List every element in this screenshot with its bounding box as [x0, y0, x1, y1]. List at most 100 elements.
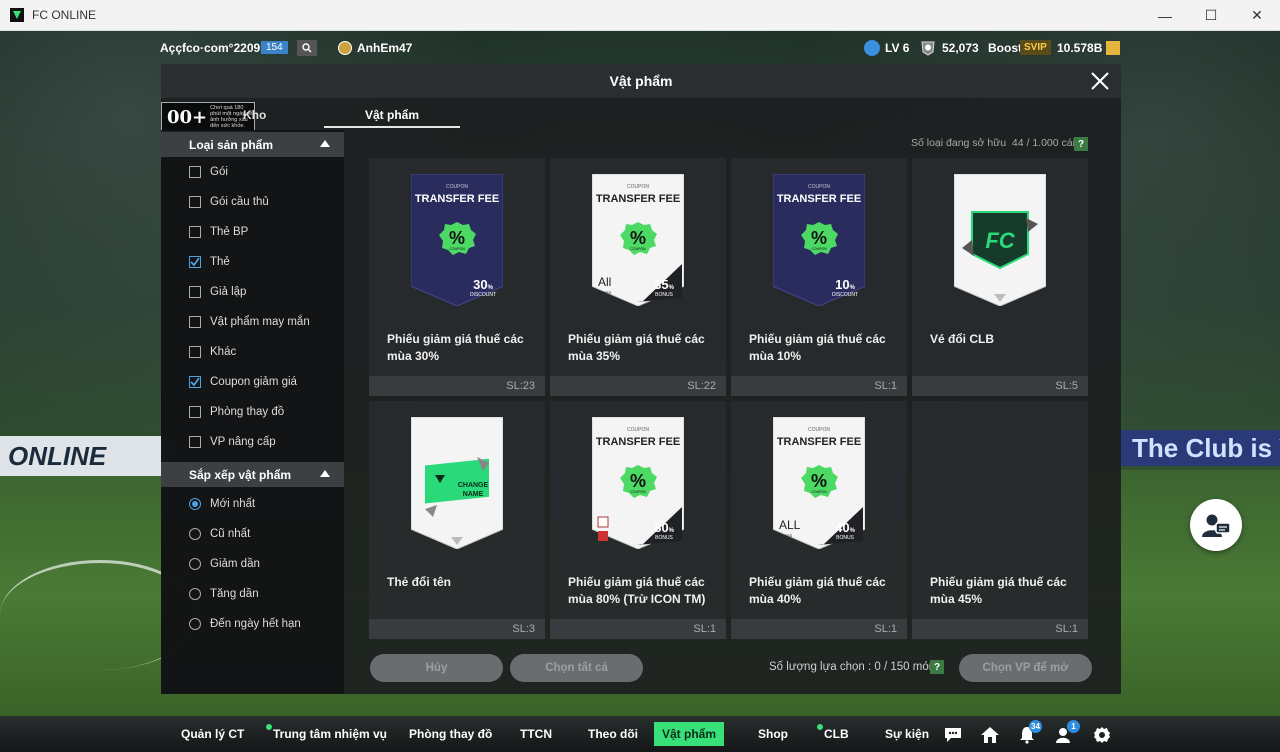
- user-avatar[interactable]: [338, 41, 352, 55]
- close-window-button[interactable]: ✕: [1234, 0, 1280, 31]
- notification-dot: [266, 724, 272, 730]
- filter-checkbox-item[interactable]: Giả lập: [189, 284, 246, 300]
- nav-item[interactable]: Sự kiện: [877, 722, 937, 746]
- ad-banner-right: The Club is Y: [1120, 430, 1280, 466]
- product-type-header[interactable]: Loại sản phẩm: [161, 132, 344, 157]
- radio-icon[interactable]: [189, 618, 201, 630]
- radio-icon[interactable]: [189, 558, 201, 570]
- nav-item[interactable]: Trung tâm nhiệm vụ: [265, 722, 395, 746]
- item-card[interactable]: COUPON TRANSFER FEE % COUPON 10% DISCOUN…: [731, 158, 907, 396]
- owned-count: Số loại đang sở hữu 44 / 1.000 cái: [911, 137, 1075, 149]
- filter-label: Gói: [210, 166, 228, 178]
- svg-text:COUPON: COUPON: [808, 427, 830, 433]
- sort-label: Mới nhất: [210, 498, 256, 510]
- svg-text:All: All: [598, 275, 611, 289]
- nav-item[interactable]: Phòng thay đồ: [401, 722, 500, 746]
- item-quantity: SL:5: [912, 376, 1088, 396]
- item-card[interactable]: CHANGE NAME Thẻ đổi tên SL:3: [369, 401, 545, 639]
- item-grid: COUPON TRANSFER FEE % COUPON 30% DISCOUN…: [369, 158, 1091, 642]
- item-card[interactable]: Phiếu giảm giá thuế các mùa 45% SL:1: [912, 401, 1088, 639]
- friends-icon[interactable]: 1: [1054, 720, 1080, 746]
- tab-items[interactable]: Vật phẩm: [324, 104, 460, 128]
- owned-value: 44 / 1.000 cái: [1011, 137, 1075, 149]
- checkbox-icon[interactable]: [189, 346, 201, 358]
- checkbox-icon[interactable]: [189, 286, 201, 298]
- item-card[interactable]: FC Vé đổi CLB SL:5: [912, 158, 1088, 396]
- checkbox-icon[interactable]: [189, 226, 201, 238]
- maximize-button[interactable]: ☐: [1188, 0, 1234, 31]
- nav-item-label: Theo dõi: [588, 727, 638, 741]
- nav-item[interactable]: CLB: [816, 722, 857, 746]
- filter-label: Gói cầu thủ: [210, 196, 269, 208]
- svg-text:COUPON: COUPON: [808, 184, 830, 190]
- checkbox-icon[interactable]: [189, 406, 201, 418]
- bell-icon[interactable]: 34: [1016, 720, 1042, 746]
- nav-item[interactable]: Vật phẩm: [654, 722, 725, 746]
- item-image: COUPON TRANSFER FEE % COUPON ALL CLASS 4…: [731, 401, 907, 566]
- filter-checkbox-item[interactable]: Thẻ: [189, 254, 230, 270]
- filter-checkbox-item[interactable]: Vật phẩm may mắn: [189, 314, 310, 330]
- collapse-triangle-icon[interactable]: [320, 470, 330, 477]
- sort-radio-item[interactable]: Tăng dần: [189, 586, 259, 602]
- sort-radio-item[interactable]: Đến ngày hết hạn: [189, 616, 301, 632]
- checkbox-icon[interactable]: [189, 166, 201, 178]
- svg-text:COUPON: COUPON: [627, 184, 649, 190]
- radio-icon[interactable]: [189, 528, 201, 540]
- filter-checkbox-item[interactable]: Thẻ BP: [189, 224, 248, 240]
- sort-radio-item[interactable]: Cũ nhất: [189, 526, 250, 542]
- filter-label: Vật phẩm may mắn: [210, 316, 310, 328]
- radio-selected-icon[interactable]: [189, 498, 201, 510]
- item-card[interactable]: COUPON TRANSFER FEE % COUPON ALL CLASS 4…: [731, 401, 907, 639]
- item-card[interactable]: COUPON TRANSFER FEE % COUPON 30% DISCOUN…: [369, 158, 545, 396]
- chat-icon[interactable]: [942, 724, 964, 746]
- nav-item[interactable]: Quản lý CT: [173, 722, 252, 746]
- filter-checkbox-item[interactable]: Phòng thay đồ: [189, 404, 284, 420]
- select-all-button[interactable]: Chọn tất cả: [510, 654, 643, 682]
- help-icon[interactable]: ?: [1074, 137, 1088, 151]
- collapse-triangle-icon[interactable]: [320, 140, 330, 147]
- filter-checkbox-item[interactable]: Gói: [189, 164, 228, 180]
- cancel-button[interactable]: Hủy: [370, 654, 503, 682]
- sort-header-label: Sắp xếp vật phẩm: [189, 467, 292, 482]
- sort-radio-item[interactable]: Giảm dần: [189, 556, 260, 572]
- checkbox-icon[interactable]: [189, 196, 201, 208]
- filter-checkbox-item[interactable]: Khác: [189, 344, 236, 360]
- filter-checkbox-item[interactable]: VP nâng cấp: [189, 434, 276, 450]
- chat-support-button[interactable]: [1190, 499, 1242, 551]
- filter-checkbox-item[interactable]: Coupon giảm giá: [189, 374, 297, 390]
- item-card[interactable]: COUPON TRANSFER FEE % COUPON 80% BONUS P…: [550, 401, 726, 639]
- svg-text:CLASS: CLASS: [598, 290, 611, 295]
- nav-item-label: Trung tâm nhiệm vụ: [273, 727, 388, 741]
- sort-radio-item[interactable]: Mới nhất: [189, 496, 255, 512]
- item-quantity: SL:23: [369, 376, 545, 396]
- filter-checkbox-item[interactable]: Gói cầu thủ: [189, 194, 269, 210]
- nav-item-label: Phòng thay đồ: [409, 727, 493, 741]
- tab-storage[interactable]: Kho: [243, 108, 266, 122]
- nav-item-label: Shop: [758, 727, 788, 741]
- age-rating-badge: 00+ Chơi quá 180 phút một ngày sẽ ảnh hư…: [161, 102, 255, 132]
- sort-header[interactable]: Sắp xếp vật phẩm: [161, 462, 344, 487]
- minimize-button[interactable]: —: [1142, 0, 1188, 31]
- checkbox-icon[interactable]: [189, 316, 201, 328]
- radio-icon[interactable]: [189, 588, 201, 600]
- checkbox-icon[interactable]: [189, 436, 201, 448]
- svip-badge[interactable]: SVIP: [1020, 40, 1051, 55]
- nav-item[interactable]: TTCN: [512, 722, 560, 746]
- item-card[interactable]: COUPON TRANSFER FEE % COUPON All CLASS 3…: [550, 158, 726, 396]
- nav-item[interactable]: Theo dõi: [580, 722, 646, 746]
- sort-label: Tăng dần: [210, 588, 259, 600]
- help-icon[interactable]: ?: [930, 660, 944, 674]
- settings-icon[interactable]: [1091, 724, 1113, 746]
- home-icon[interactable]: [979, 724, 1001, 746]
- search-icon[interactable]: [297, 40, 317, 56]
- username[interactable]: AnhEm47: [357, 41, 412, 55]
- fc-coins: 52,073: [942, 41, 979, 55]
- choose-items-button[interactable]: Chọn VP để mở: [959, 654, 1092, 682]
- checkbox-checked-icon[interactable]: [189, 376, 201, 388]
- tab-items-label: Vật phẩm: [364, 108, 419, 122]
- nav-item[interactable]: Shop: [750, 722, 796, 746]
- close-icon[interactable]: [1087, 68, 1113, 94]
- account-id: Aççfco·com°2209i: [160, 41, 264, 55]
- user-chat-icon: [1202, 514, 1231, 537]
- checkbox-checked-icon[interactable]: [189, 256, 201, 268]
